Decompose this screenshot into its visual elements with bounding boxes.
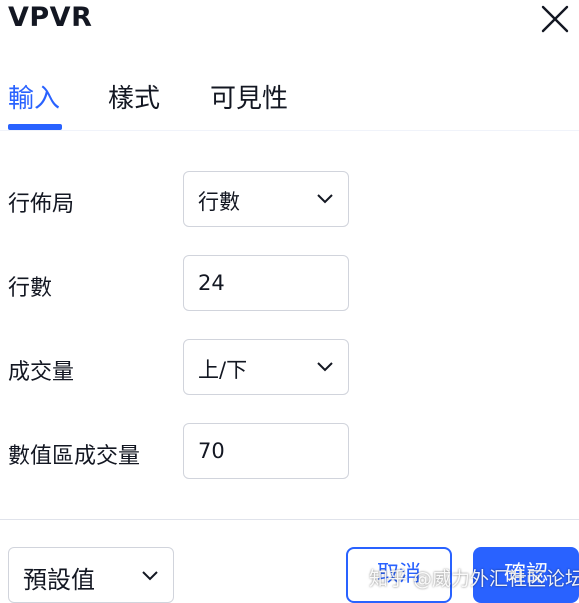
tab-style[interactable]: 樣式 <box>108 78 160 115</box>
chevron-down-icon <box>317 362 333 372</box>
ok-button[interactable]: 確認 <box>473 547 579 603</box>
value-area-volume-label: 數值區成交量 <box>8 444 141 469</box>
row-layout-value: 行數 <box>198 190 240 214</box>
volume-value: 上/下 <box>198 358 248 382</box>
chevron-down-icon <box>317 194 333 204</box>
volume-label: 成交量 <box>8 360 75 385</box>
footer-divider <box>0 519 579 520</box>
close-icon <box>541 5 569 33</box>
row-layout-label: 行佈局 <box>8 192 75 217</box>
preset-label: 預設值 <box>23 566 95 594</box>
divider <box>0 130 579 131</box>
volume-select[interactable]: 上/下 <box>183 339 349 395</box>
value-area-volume-input[interactable] <box>183 423 349 479</box>
row-layout-select[interactable]: 行數 <box>183 171 349 227</box>
tab-visibility[interactable]: 可見性 <box>210 78 288 115</box>
cancel-button[interactable]: 取消 <box>346 547 452 603</box>
close-button[interactable] <box>539 3 571 35</box>
chevron-down-icon <box>142 571 158 581</box>
row-count-label: 行數 <box>8 276 53 301</box>
dialog-title: VPVR <box>8 2 93 33</box>
tab-inputs[interactable]: 輸入 <box>8 78 60 115</box>
tab-bar: 輸入 樣式 可見性 <box>0 60 322 131</box>
preset-select[interactable]: 預設值 <box>8 547 174 603</box>
row-count-input[interactable] <box>183 255 349 311</box>
